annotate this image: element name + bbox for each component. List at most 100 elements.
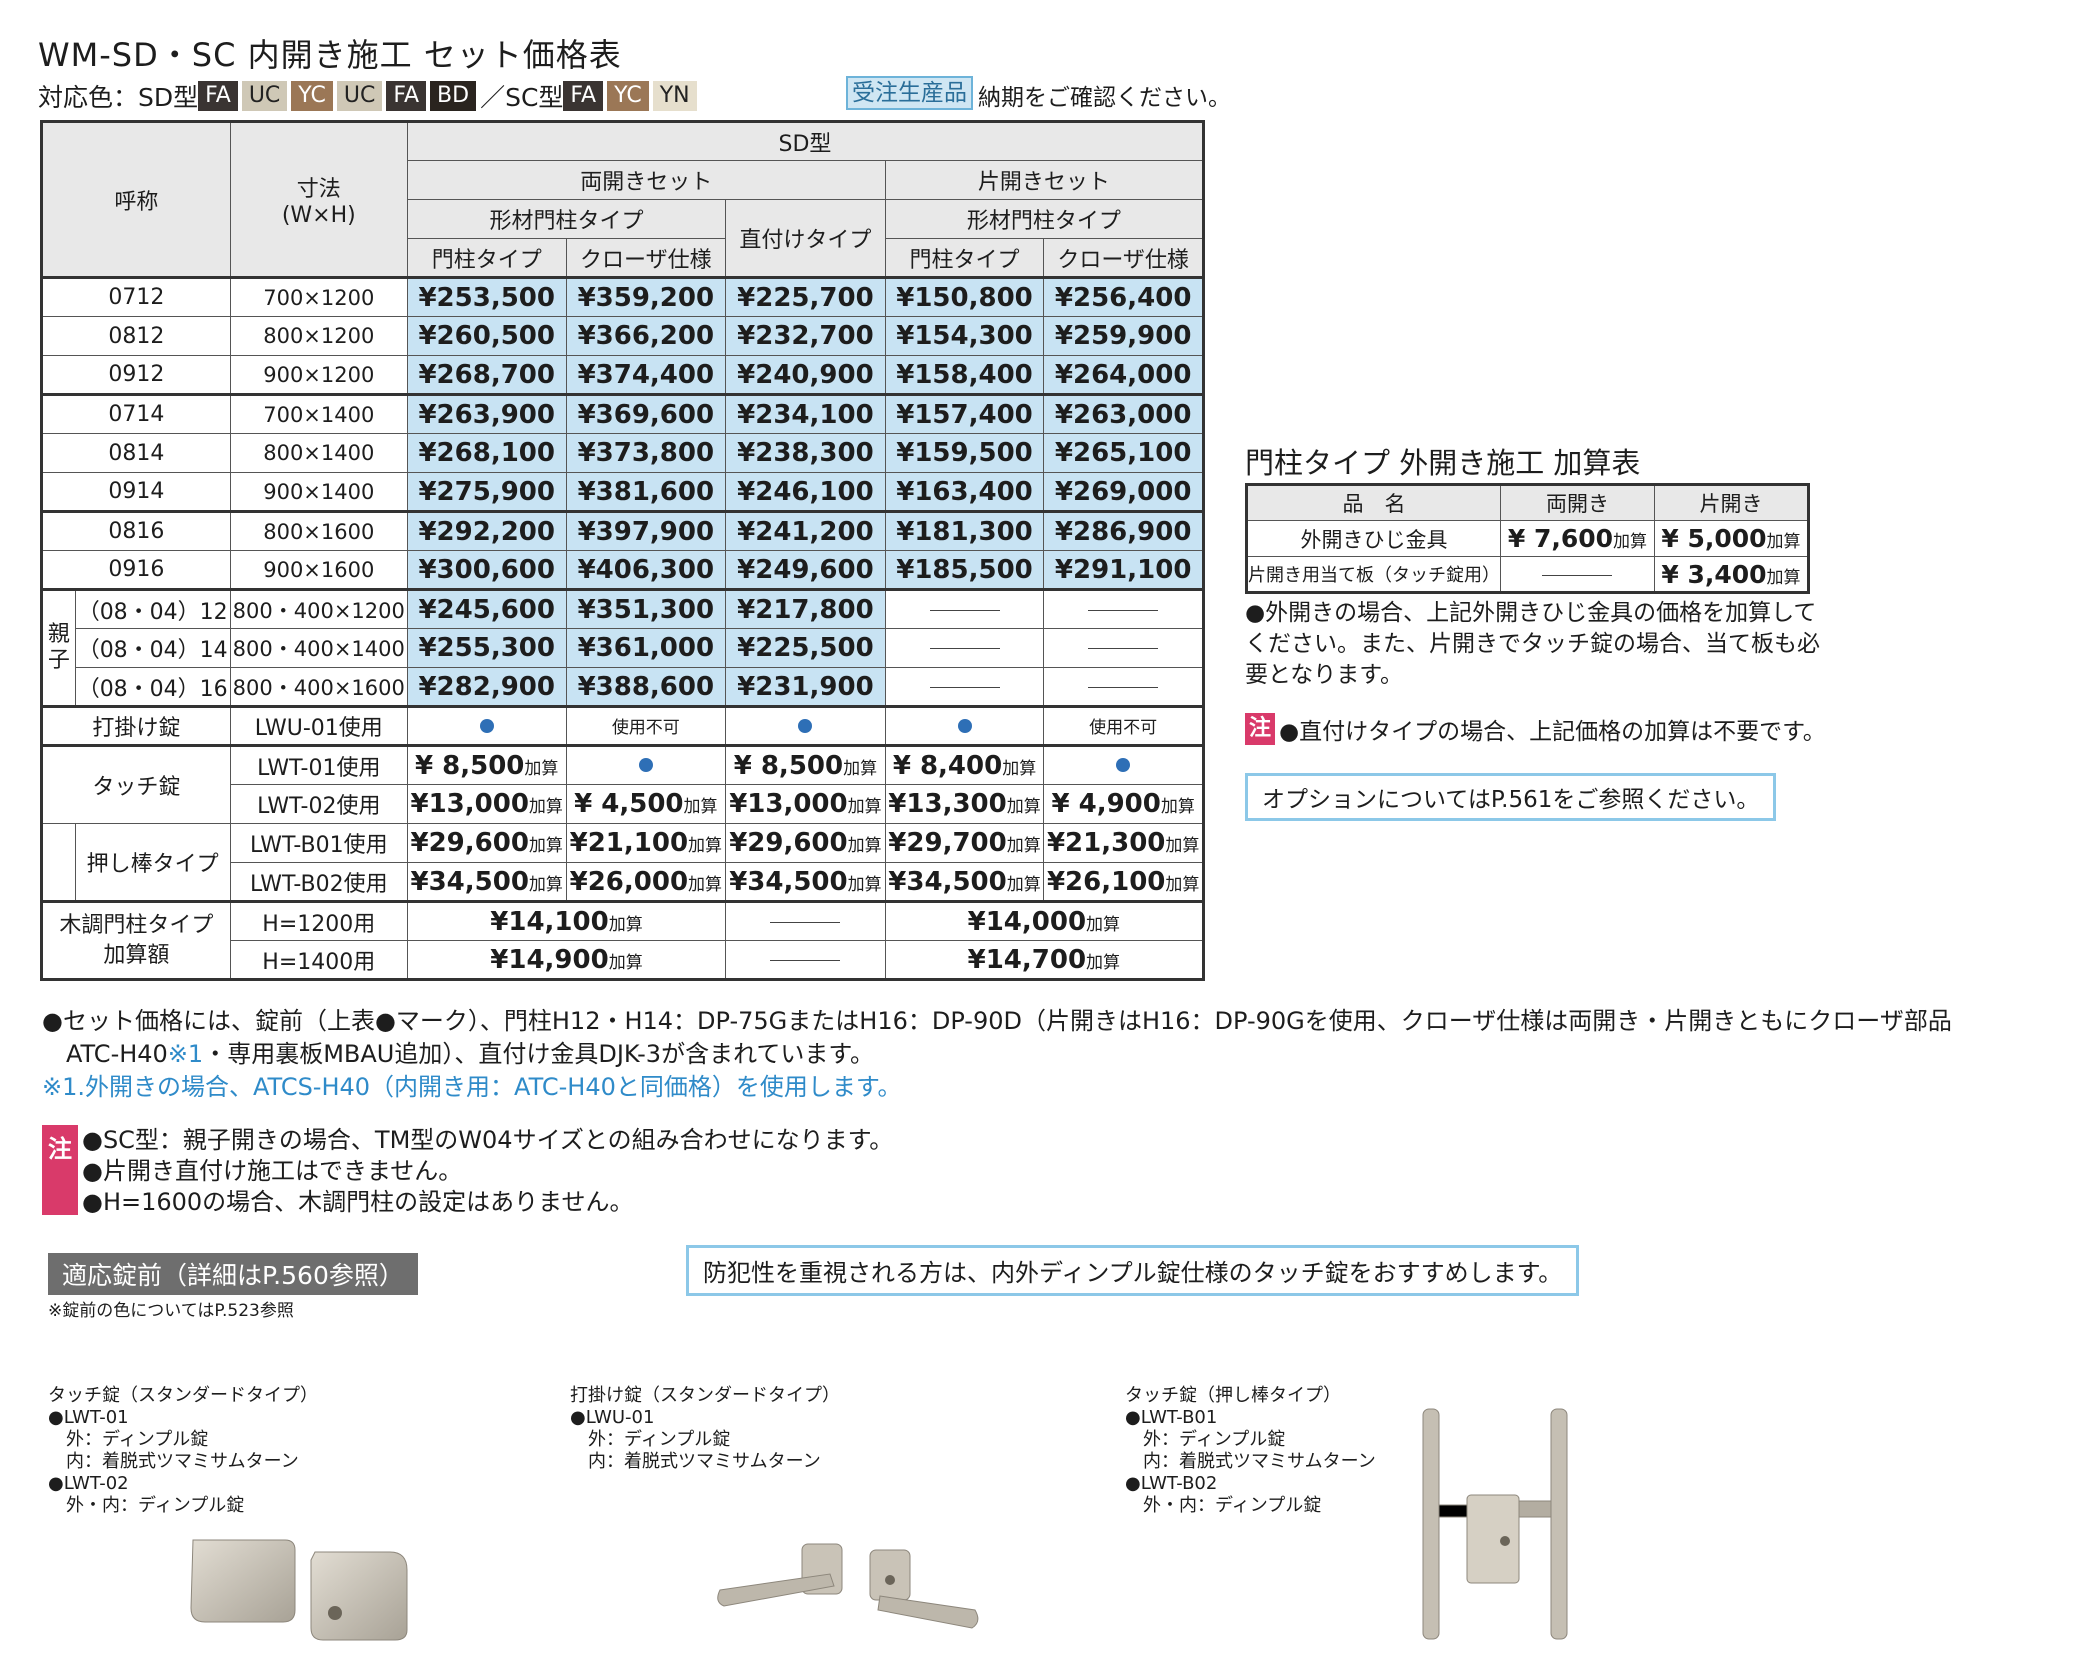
dash-cell [1500,556,1655,593]
color-line: 対応色：SD型 FA UC YC UC FA BD ／SC型 FA YC YN [38,78,701,114]
price-cell: ¥225,700 [725,276,886,317]
color-chip: UC [336,81,383,111]
sub-header-double: 両開き [1500,484,1655,521]
price-cell: ¥246,100 [725,472,886,512]
table-row: 片開き用当て板（タッチ錠用） ¥ 3,400加算 [1246,556,1810,593]
add-cell: ¥ 4,900加算 [1043,784,1204,824]
price-cell: ¥264,000 [1043,355,1204,395]
table-row: 0814 800×1400 ¥268,100 ¥373,800 ¥238,300 ¥159… [41,433,1204,473]
add-cell: ¥29,600加算 [406,823,567,863]
price-cell: ¥263,000 [1043,393,1204,434]
dot-cell [884,705,1045,746]
add-cell: ¥14,000加算 [884,900,1205,941]
price-cell: ¥381,600 [565,472,727,512]
dash-cell [884,628,1045,668]
table-row: タッチ錠 LWT-01使用 ¥ 8,500加算 ¥ 8,500加算 ¥ 8,40… [41,744,1204,824]
price-cell: ¥159,500 [884,433,1045,473]
price-cell: ¥406,300 [565,550,727,590]
table-row: 打掛け錠 LWU-01使用 使用不可 使用不可 [41,705,1204,746]
product-uchikake: 打掛け錠（スタンダードタイプ） ●LWU-01 外：ディンプル錠 内：着脱式ツマ… [570,1385,840,1472]
add-cell: ¥13,000加算 [725,784,886,824]
included-dot [638,758,653,772]
product-touch-standard: タッチ錠（スタンダードタイプ） ●LWT-01 外：ディンプル錠 内：着脱式ツマ… [48,1385,318,1516]
price-cell: ¥269,000 [1043,472,1204,512]
add-cell: ¥ 3,400加算 [1653,556,1810,593]
price-cell: ¥291,100 [1043,550,1204,590]
add-cell: ¥13,000加算 [406,784,567,824]
price-cell: ¥268,100 [406,433,567,473]
uchikake-label: 打掛け錠 [41,705,231,746]
add-cell: ¥21,300加算 [1043,823,1204,863]
price-cell: ¥282,900 [406,667,567,707]
price-cell: ¥265,100 [1043,433,1204,473]
recommend-box: 防犯性を重視される方は、内外ディンプル錠仕様のタッチ錠をおすすめします。 [686,1245,1580,1296]
add-cell: ¥ 7,600加算 [1500,520,1655,557]
price-cell: ¥275,900 [406,472,567,512]
price-cell: ¥359,200 [565,276,727,317]
add-cell: ¥14,700加算 [884,940,1205,980]
add-cell: ¥29,600加算 [725,823,886,863]
table-row: （08・04）16 800・400×1600 ¥282,900 ¥388,600… [42,667,1204,707]
price-cell: ¥238,300 [725,433,886,473]
add-cell: ¥ 8,500加算 [406,744,567,785]
sub-header-item: 品 名 [1246,484,1501,521]
add-cell: ¥14,900加算 [406,940,727,980]
price-cell: ¥253,500 [406,276,567,317]
touch-label: タッチ錠 [41,744,231,824]
warn-line: ●片開き直付け施工はできません。 [82,1157,463,1185]
price-cell: ¥260,500 [406,316,567,356]
touch-code: LWT-02使用 [229,784,408,824]
row-name: 0916 [41,550,231,590]
na-cell: 使用不可 [565,705,727,746]
wood-h: H=1400用 [229,940,408,980]
price-cell: ¥259,900 [1043,316,1204,356]
price-cell: ¥268,700 [406,355,567,395]
price-cell: ¥181,300 [884,510,1045,551]
table-row: 押し棒タイプ LWT-B01使用 ¥29,600加算 ¥21,100加算 ¥29… [41,823,1204,902]
dash-cell [884,588,1045,629]
add-cell: ¥14,100加算 [406,900,727,941]
page-title: WM-SD・SC 内開き施工 セット価格表 [38,36,622,74]
price-cell: ¥255,300 [406,628,567,668]
row-name: 0914 [41,472,231,512]
sub-table: 品 名 両開き 片開き 外開きひじ金具 ¥ 7,600加算 ¥ 5,000加算 … [1245,483,1810,594]
header-name: 呼称 [41,121,231,278]
note-line: ATC-H40※1・専用裏板MBAU追加）、直付け金具DJK-3が含まれています… [42,1040,874,1068]
header-post: 門柱タイプ [884,238,1045,278]
header-frame: 形材門柱タイプ [884,199,1205,239]
add-cell: ¥21,100加算 [565,823,727,863]
add-cell: ¥ 8,500加算 [725,744,886,785]
warn-badge: 注 [1245,713,1275,745]
price-cell: ¥158,400 [884,355,1045,395]
table-row: 0712 700×1200 ¥253,500 ¥359,200 ¥225,700 ¥150… [41,276,1204,317]
row-size: 800・400×1400 [229,628,408,668]
add-cell: ¥26,100加算 [1043,862,1204,902]
price-cell: ¥361,000 [565,628,727,668]
row-name: 0714 [41,393,231,434]
color-chip: YC [291,81,333,111]
row-name: （08・04）14 [74,628,231,668]
note-line: ●セット価格には、錠前（上表●マーク）、門柱H12・H14：DP-75GまたはH… [42,1007,1952,1035]
lock-color-note: ※錠前の色についてはP.523参照 [48,1301,294,1321]
color-chip: FA [198,81,238,111]
add-cell: ¥ 4,500加算 [565,784,727,824]
header-size: 寸法 (W×H) [229,121,408,278]
row-name: （08・04）12 [74,588,231,629]
option-box: オプションについてはP.561をご参照ください。 [1245,773,1777,821]
table-row: 親子 （08・04）12 800・400×1200 ¥245,600 ¥351,… [41,588,1204,707]
set-price-note: ●セット価格には、錠前（上表●マーク）、門柱H12・H14：DP-75GまたはH… [42,1005,2082,1104]
row-name: 0816 [41,510,231,551]
price-cell: ¥366,200 [565,316,727,356]
table-row: （08・04）14 800・400×1400 ¥255,300 ¥361,000… [42,628,1204,668]
price-cell: ¥373,800 [565,433,727,473]
price-cell: ¥157,400 [884,393,1045,434]
row-name: 0912 [41,355,231,395]
table-row: 木調門柱タイプ 加算額 H=1200用 ¥14,100加算 ¥14,000加算 [41,900,1205,980]
table-row: 0912 900×1200 ¥268,700 ¥374,400 ¥240,900 ¥158… [41,355,1204,395]
row-name: 0812 [41,316,231,356]
color-sep: ／SC型 [480,83,564,112]
push-code: LWT-B02使用 [229,862,408,902]
price-cell: ¥369,600 [565,393,727,434]
touch-code: LWT-01使用 [229,744,408,785]
sub-header-single: 片開き [1653,484,1810,521]
